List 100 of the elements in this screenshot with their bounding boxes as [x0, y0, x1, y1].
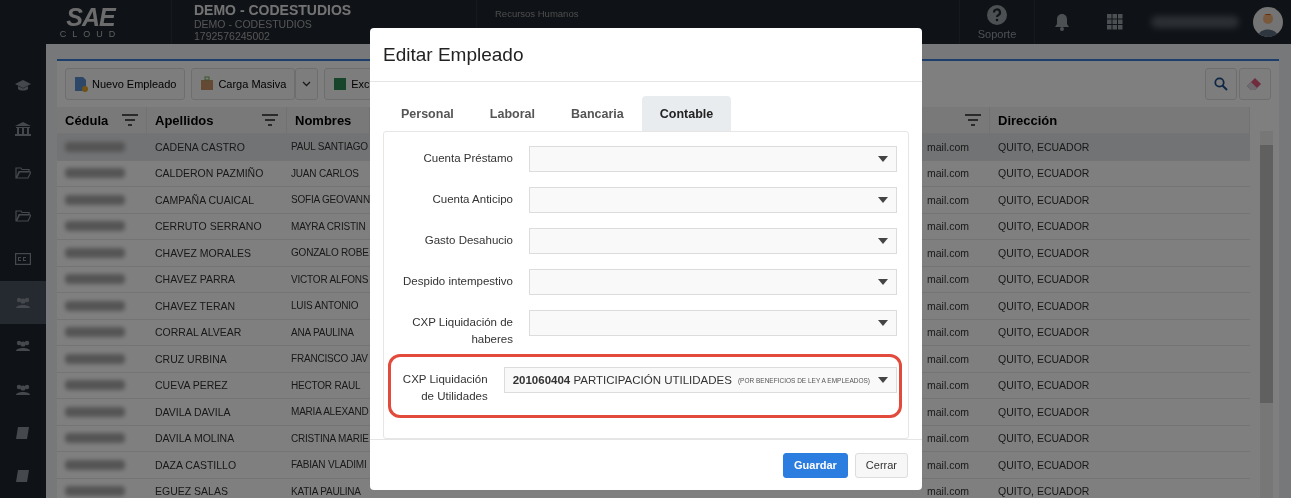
tab[interactable]: Laboral: [471, 96, 553, 132]
table-cell: DAVILA MOLINA: [155, 432, 235, 445]
table-cell: HECTOR RAUL: [291, 379, 361, 391]
company-ruc: 1792576245002: [194, 30, 271, 42]
table-cell: QUITO, ECUADOR: [998, 167, 1090, 180]
blurred-text: [65, 274, 125, 285]
table-cell: QUITO, ECUADOR: [998, 458, 1090, 471]
table-cell: FABIAN VLADIMI: [291, 459, 367, 471]
blurred-text: [65, 459, 125, 470]
table-cell: mail.com: [927, 140, 969, 153]
table-cell: QUITO, ECUADOR: [998, 246, 1090, 259]
blurred-text: [65, 141, 125, 152]
table-cell: mail.com: [927, 458, 969, 471]
logo-text: SAE: [66, 5, 115, 29]
table-cell: mail.com: [927, 167, 969, 180]
filter-icon[interactable]: [262, 114, 278, 126]
table-cell: CALDERON PAZMIÑO: [155, 167, 264, 180]
dropdown-arrow-icon: [878, 238, 888, 245]
dropdown-button[interactable]: [295, 68, 319, 100]
blurred-text: [65, 433, 125, 444]
table-cell: QUITO, ECUADOR: [998, 273, 1090, 286]
field-label: Gasto Desahucio: [423, 233, 514, 249]
table-cell: QUITO, ECUADOR: [998, 379, 1090, 392]
folder-icon: [15, 208, 31, 223]
search-icon: [1214, 77, 1228, 91]
document-icon: [74, 76, 88, 92]
apps-grid-icon[interactable]: [1107, 14, 1123, 30]
table-cell: mail.com: [927, 220, 969, 233]
table-cell: MAYRA CRISTIN: [291, 220, 366, 232]
users-icon: [15, 339, 31, 354]
blurred-text: [65, 353, 125, 364]
table-cell: QUITO, ECUADOR: [998, 352, 1090, 365]
table-cell: FRANCISCO JAV: [291, 353, 368, 365]
save-button[interactable]: Guardar: [783, 452, 848, 478]
clear-button[interactable]: [1239, 68, 1271, 100]
dropdown-arrow-icon: [878, 279, 888, 286]
table-cell: mail.com: [927, 246, 969, 259]
spreadsheet-icon: [333, 76, 348, 92]
graduation-cap-icon: [15, 78, 31, 93]
table-cell: MARIA ALEXAND: [291, 406, 369, 418]
column-header: Cédula: [65, 112, 109, 128]
table-cell: QUITO, ECUADOR: [998, 193, 1090, 206]
dropdown-arrow-icon: [878, 197, 888, 204]
table-cell: QUITO, ECUADOR: [998, 220, 1090, 233]
field-label: Cuenta Préstamo: [422, 151, 514, 167]
table-cell: GONZALO ROBE: [291, 247, 369, 259]
select-field[interactable]: [529, 310, 897, 337]
bank-icon: [15, 122, 31, 137]
table-cell: mail.com: [927, 193, 969, 206]
table-cell: LUIS ANTONIO: [291, 300, 359, 312]
select-field[interactable]: [529, 146, 897, 173]
select-field[interactable]: [529, 228, 897, 255]
column-header: Nombres: [295, 112, 352, 128]
table-cell: mail.com: [927, 405, 969, 418]
company-name: DEMO - CODESTUDIOS: [194, 2, 353, 18]
avatar-icon[interactable]: [1253, 7, 1283, 37]
filter-icon[interactable]: [122, 114, 138, 126]
table-cell: KATIA PAULINA: [291, 485, 361, 497]
folder-icon: [15, 165, 31, 180]
blurred-text: [65, 194, 125, 205]
blurred-text: [65, 406, 125, 417]
search-button[interactable]: [1205, 68, 1237, 100]
table-cell: mail.com: [927, 273, 969, 286]
column-header: Apellidos: [155, 112, 214, 128]
table-cell: QUITO, ECUADOR: [998, 140, 1090, 153]
blurred-text: [65, 221, 125, 232]
select-field[interactable]: [529, 269, 897, 296]
company-subtitle: DEMO - CODESTUDIOS: [194, 18, 313, 30]
field-label: CXP Liquidación de haberes: [411, 315, 514, 348]
table-cell: CADENA CASTRO: [155, 140, 245, 153]
scrollbar[interactable]: [1260, 131, 1273, 498]
table-cell: CRUZ URBINA: [155, 352, 227, 365]
blurred-text: [65, 300, 125, 311]
table-cell: QUITO, ECUADOR: [998, 405, 1090, 418]
table-cell: SOFIA GEOVANN: [291, 194, 370, 206]
toolbar-button[interactable]: Carga Masiva: [191, 68, 296, 100]
sidebar-item[interactable]: [0, 281, 46, 325]
tab[interactable]: Bancaria: [552, 96, 642, 132]
blurred-text: [65, 327, 125, 338]
filter-icon[interactable]: [965, 114, 981, 126]
bell-icon[interactable]: [1053, 12, 1071, 32]
dropdown-arrow-icon: [878, 377, 888, 384]
table-cell: mail.com: [927, 432, 969, 445]
help-icon: [986, 4, 1008, 26]
table-cell: QUITO, ECUADOR: [998, 299, 1090, 312]
table-cell: ANA PAULINA: [291, 326, 354, 338]
tab[interactable]: Contable: [641, 96, 732, 132]
select-field[interactable]: [529, 187, 897, 214]
blurred-text: [65, 247, 125, 258]
close-button[interactable]: Cerrar: [854, 452, 908, 478]
dropdown-arrow-icon: [878, 156, 888, 163]
table-cell: VICTOR ALFONS: [291, 273, 369, 285]
table-cell: CHAVEZ MORALES: [155, 246, 252, 259]
users-icon: [15, 382, 31, 397]
blurred-text: [65, 380, 125, 391]
table-cell: CHAVEZ PARRA: [155, 273, 236, 286]
field-label: Despido intempestivo: [402, 274, 514, 290]
caret-icon: [302, 81, 312, 87]
tab[interactable]: Personal: [383, 96, 472, 132]
toolbar-button[interactable]: Nuevo Empleado: [65, 68, 186, 100]
